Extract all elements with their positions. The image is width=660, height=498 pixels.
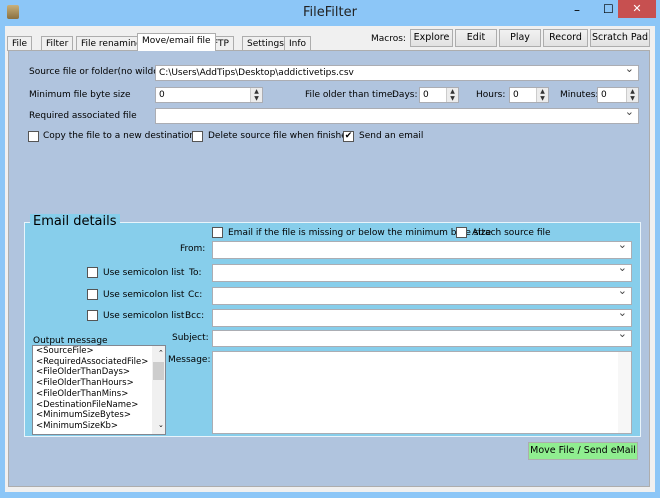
source-value: C:\Users\AddTips\Desktop\addictivetips.c… bbox=[159, 68, 354, 78]
to-semicolon-checkbox[interactable] bbox=[87, 267, 98, 278]
send-email-checkbox[interactable]: ✔ bbox=[343, 131, 354, 142]
maximize-button[interactable]: ☐ bbox=[603, 2, 614, 16]
tab-filter[interactable]: Filter bbox=[41, 36, 74, 51]
close-button[interactable]: ✕ bbox=[618, 0, 656, 18]
source-input[interactable]: C:\Users\AddTips\Desktop\addictivetips.c… bbox=[155, 65, 639, 81]
hours-value: 0 bbox=[513, 90, 519, 100]
record-button[interactable]: Record bbox=[543, 29, 588, 47]
scrollbar-thumb[interactable] bbox=[153, 362, 164, 380]
cc-semicolon-label: Use semicolon list bbox=[103, 290, 185, 300]
cc-input[interactable] bbox=[212, 287, 632, 305]
list-item[interactable]: <MinimumSizeBytes> bbox=[33, 410, 165, 421]
spinner-icon[interactable]: ▲ ▼ bbox=[536, 88, 548, 102]
scrollbar[interactable]: ⌃ ⌄ bbox=[152, 346, 165, 434]
list-item[interactable]: <MinimumSizeKb> bbox=[33, 421, 165, 432]
delete-label: Delete source file when finished bbox=[208, 131, 353, 141]
minutes-value: 0 bbox=[601, 90, 607, 100]
hours-label: Hours: bbox=[476, 90, 506, 100]
chevron-up-icon[interactable]: ⌃ bbox=[155, 348, 164, 359]
email-if-missing-label: Email if the file is missing or below th… bbox=[228, 228, 492, 238]
send-email-label: Send an email bbox=[359, 131, 424, 141]
subject-label: Subject: bbox=[172, 333, 209, 343]
tab-file[interactable]: File bbox=[7, 36, 33, 51]
email-if-missing-checkbox[interactable] bbox=[212, 227, 223, 238]
required-input[interactable] bbox=[155, 108, 639, 124]
bcc-semicolon-checkbox[interactable] bbox=[87, 310, 98, 321]
delete-checkbox[interactable] bbox=[192, 131, 203, 142]
list-item[interactable]: <FileOlderThanHours> bbox=[33, 378, 165, 389]
spinner-icon[interactable]: ▲ ▼ bbox=[250, 88, 262, 102]
hours-stepper[interactable]: 0 ▲ ▼ bbox=[509, 87, 549, 103]
required-label: Required associated file bbox=[29, 111, 137, 121]
cc-label: Cc: bbox=[188, 290, 203, 300]
list-item[interactable]: <SourceFile> bbox=[33, 346, 165, 357]
days-label: Days: bbox=[392, 90, 418, 100]
list-item[interactable]: <RequiredAssociatedFile> bbox=[33, 357, 165, 368]
tab-info[interactable]: Info bbox=[284, 36, 312, 51]
tab-move-email-file[interactable]: Move/email file bbox=[137, 33, 216, 51]
min-size-label: Minimum file byte size bbox=[29, 90, 131, 100]
bcc-semicolon-label: Use semicolon list bbox=[103, 311, 185, 321]
from-input[interactable] bbox=[212, 241, 632, 259]
list-item[interactable]: <DestinationFileName> bbox=[33, 400, 165, 411]
minutes-label: Minutes: bbox=[560, 90, 599, 100]
min-size-stepper[interactable]: 0 ▲ ▼ bbox=[155, 87, 263, 103]
output-message-list[interactable]: <SourceFile> <RequiredAssociatedFile> <F… bbox=[32, 345, 166, 435]
to-label: To: bbox=[189, 268, 202, 278]
scratch-pad-button[interactable]: Scratch Pad bbox=[590, 29, 650, 47]
minimize-button[interactable]: – bbox=[574, 3, 580, 17]
days-stepper[interactable]: 0 ▲ ▼ bbox=[419, 87, 459, 103]
days-value: 0 bbox=[423, 90, 429, 100]
email-details-title: Email details bbox=[30, 214, 120, 229]
spinner-icon[interactable]: ▲ ▼ bbox=[626, 88, 638, 102]
tab-settings[interactable]: Settings bbox=[242, 36, 289, 51]
copy-label: Copy the file to a new destination bbox=[43, 131, 196, 141]
cc-semicolon-checkbox[interactable] bbox=[87, 289, 98, 300]
chevron-down-icon[interactable]: ⌄ bbox=[155, 420, 164, 431]
attach-label: Attach source file bbox=[472, 228, 551, 238]
from-label: From: bbox=[180, 244, 206, 254]
list-item[interactable]: <FileOlderThanMins> bbox=[33, 389, 165, 400]
older-label: File older than time: bbox=[305, 90, 396, 100]
spinner-icon[interactable]: ▲ ▼ bbox=[446, 88, 458, 102]
to-semicolon-label: Use semicolon list bbox=[103, 268, 185, 278]
list-item[interactable]: <FileOlderThanDays> bbox=[33, 367, 165, 378]
bcc-label: Bcc: bbox=[185, 311, 205, 321]
move-file-send-email-button[interactable]: Move File / Send eMail bbox=[528, 442, 638, 460]
subject-input[interactable] bbox=[212, 330, 632, 347]
message-label: Message: bbox=[168, 355, 211, 365]
play-button[interactable]: Play bbox=[499, 29, 541, 47]
copy-checkbox[interactable] bbox=[28, 131, 39, 142]
minutes-stepper[interactable]: 0 ▲ ▼ bbox=[597, 87, 639, 103]
min-size-value: 0 bbox=[159, 90, 165, 100]
attach-checkbox[interactable] bbox=[456, 227, 467, 238]
scrollbar[interactable] bbox=[618, 352, 631, 433]
macros-label: Macros: bbox=[371, 34, 406, 44]
edit-button[interactable]: Edit bbox=[455, 29, 497, 47]
explore-button[interactable]: Explore bbox=[410, 29, 453, 47]
to-input[interactable] bbox=[212, 264, 632, 282]
message-textarea[interactable] bbox=[212, 351, 632, 434]
bcc-input[interactable] bbox=[212, 309, 632, 327]
window-title: FileFilter bbox=[303, 5, 357, 20]
